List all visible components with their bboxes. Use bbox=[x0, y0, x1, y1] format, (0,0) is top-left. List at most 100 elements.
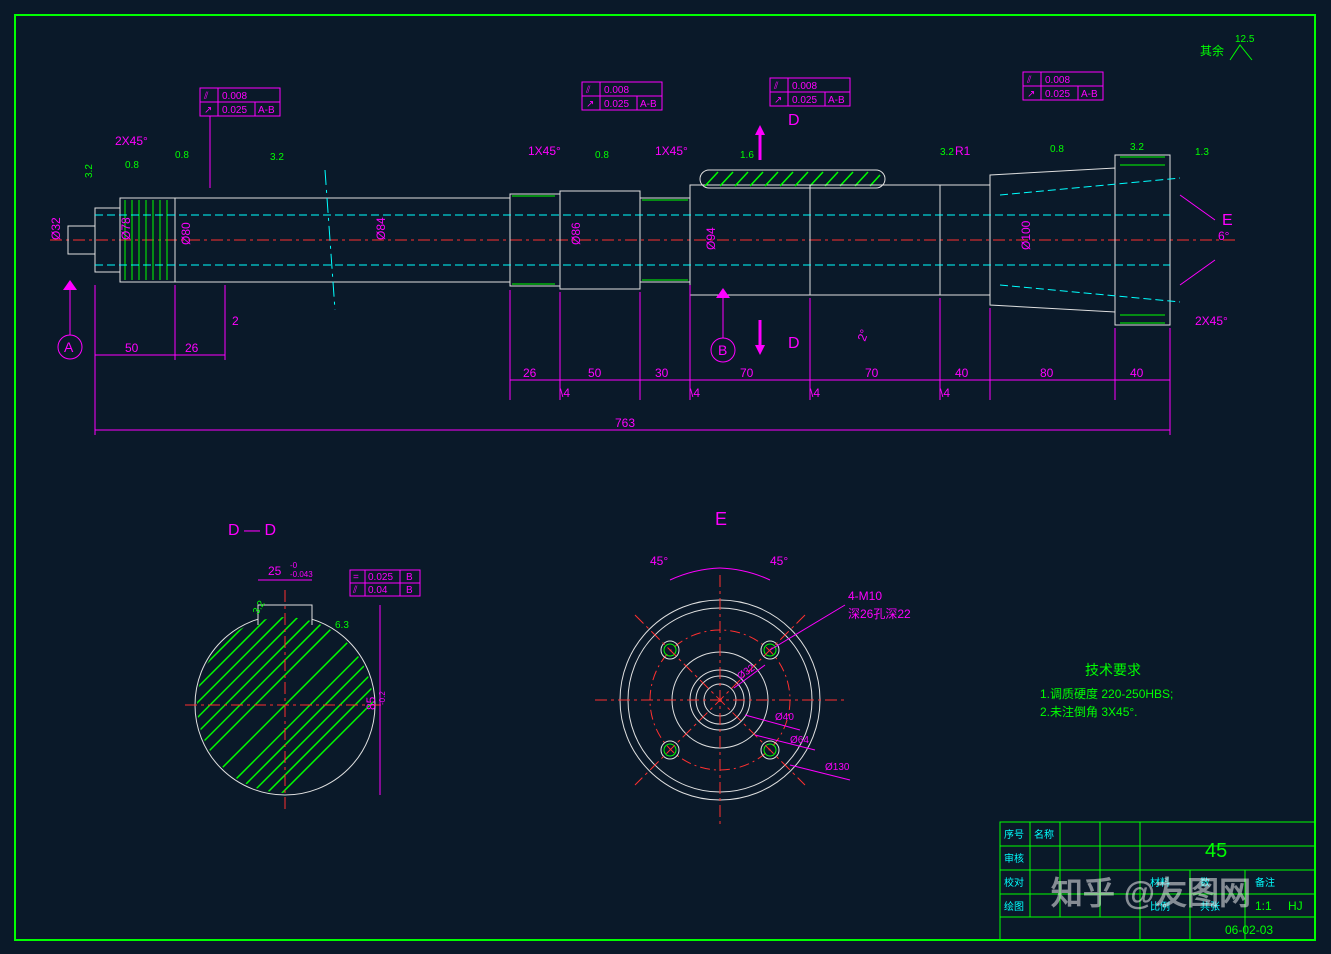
svg-text:80: 80 bbox=[1040, 366, 1054, 380]
svg-text:绘图: 绘图 bbox=[1004, 900, 1024, 913]
keyway-hatch bbox=[705, 172, 880, 186]
svg-text:名称: 名称 bbox=[1034, 828, 1054, 841]
svg-text:Ø94: Ø94 bbox=[704, 227, 718, 250]
svg-text:D — D: D — D bbox=[228, 522, 276, 539]
svg-text:763: 763 bbox=[615, 416, 635, 430]
svg-text:A-B: A-B bbox=[828, 95, 845, 106]
svg-text:⫽: ⫽ bbox=[773, 81, 779, 92]
svg-text:0.025: 0.025 bbox=[222, 105, 247, 116]
gdt-box-4: ⫽ 0.008 ↗ 0.025 A-B bbox=[1023, 72, 1103, 100]
svg-text:0.04: 0.04 bbox=[368, 585, 388, 596]
svg-text:26: 26 bbox=[185, 341, 199, 355]
gdt-box-1: ⫽ 0.008 ↗ 0.025 A-B bbox=[200, 88, 280, 188]
svg-text:12.5: 12.5 bbox=[1235, 34, 1255, 45]
svg-text:\4: \4 bbox=[940, 386, 950, 400]
svg-text:D: D bbox=[788, 112, 800, 129]
svg-text:40: 40 bbox=[955, 366, 969, 380]
svg-text:-0.043: -0.043 bbox=[290, 570, 313, 579]
svg-text:Ø64: Ø64 bbox=[790, 735, 809, 746]
svg-text:⫽: ⫽ bbox=[585, 85, 591, 96]
svg-text:3.2: 3.2 bbox=[940, 147, 954, 158]
section-dd: D — D bbox=[185, 522, 420, 810]
svg-text:25: 25 bbox=[268, 564, 282, 578]
datum-b: B bbox=[711, 288, 735, 362]
svg-text:Ø86: Ø86 bbox=[569, 222, 583, 245]
svg-text:R1: R1 bbox=[955, 144, 971, 158]
svg-text:30: 30 bbox=[655, 366, 669, 380]
svg-text:⫽: ⫽ bbox=[203, 91, 209, 102]
svg-text:0.8: 0.8 bbox=[125, 160, 139, 171]
svg-text:2.未注倒角 3X45°.: 2.未注倒角 3X45°. bbox=[1040, 704, 1138, 719]
svg-text:0.8: 0.8 bbox=[1050, 144, 1064, 155]
svg-text:校对: 校对 bbox=[1004, 876, 1024, 889]
svg-text:Ø32: Ø32 bbox=[49, 217, 63, 240]
svg-text:技术要求: 技术要求 bbox=[1085, 662, 1141, 678]
svg-text:D: D bbox=[788, 335, 800, 352]
svg-text:\4: \4 bbox=[810, 386, 820, 400]
svg-text:2X45°: 2X45° bbox=[1195, 314, 1228, 328]
svg-text:0.8: 0.8 bbox=[175, 150, 189, 161]
svg-text:B: B bbox=[718, 342, 727, 358]
svg-text:0.008: 0.008 bbox=[792, 81, 817, 92]
svg-text:1.6: 1.6 bbox=[740, 150, 754, 161]
svg-text:70: 70 bbox=[740, 366, 754, 380]
svg-text:1:1: 1:1 bbox=[1255, 899, 1272, 913]
svg-text:-0: -0 bbox=[290, 561, 298, 570]
svg-text:40: 40 bbox=[1130, 366, 1144, 380]
svg-text:B: B bbox=[406, 572, 413, 583]
svg-text:0.008: 0.008 bbox=[604, 85, 629, 96]
svg-text:3.2: 3.2 bbox=[1130, 142, 1144, 153]
svg-text:=: = bbox=[353, 572, 359, 583]
svg-text:50: 50 bbox=[125, 341, 139, 355]
gdt-box-2: ⫽ 0.008 ↗ 0.025 A-B bbox=[582, 82, 662, 110]
gdt-box-3: ⫽ 0.008 ↗ 0.025 A-B bbox=[770, 78, 850, 106]
svg-text:6.3: 6.3 bbox=[335, 620, 349, 631]
svg-text:E: E bbox=[1222, 212, 1233, 229]
svg-text:\4: \4 bbox=[560, 386, 570, 400]
svg-text:深26孔深22: 深26孔深22 bbox=[848, 607, 911, 621]
svg-text:A-B: A-B bbox=[1081, 89, 1098, 100]
svg-text:0.8: 0.8 bbox=[595, 150, 609, 161]
svg-text:Ø130: Ø130 bbox=[825, 762, 850, 773]
svg-text:3.2: 3.2 bbox=[270, 152, 284, 163]
svg-text:Ø80: Ø80 bbox=[179, 222, 193, 245]
svg-text:Ø78: Ø78 bbox=[119, 217, 133, 240]
svg-text:3.2: 3.2 bbox=[84, 164, 95, 178]
cad-drawing: 其余 12.5 bbox=[0, 0, 1331, 954]
svg-text:⫽: ⫽ bbox=[352, 585, 358, 596]
svg-text:2: 2 bbox=[232, 314, 239, 328]
bottom-dimensions bbox=[95, 285, 1170, 435]
svg-text:50: 50 bbox=[588, 366, 602, 380]
datum-a: A bbox=[58, 280, 82, 359]
svg-text:0.025: 0.025 bbox=[604, 99, 629, 110]
view-e: E 45° 45° 4-M10 bbox=[595, 509, 911, 825]
svg-text:26: 26 bbox=[523, 366, 537, 380]
svg-text:E: E bbox=[715, 509, 727, 529]
watermark: 知乎 @友图网 bbox=[1051, 868, 1251, 914]
svg-text:45°: 45° bbox=[650, 554, 668, 568]
svg-text:Ø100: Ø100 bbox=[1019, 220, 1033, 250]
svg-text:45: 45 bbox=[1205, 840, 1227, 862]
svg-text:06-02-03: 06-02-03 bbox=[1225, 923, 1273, 937]
svg-text:序号: 序号 bbox=[1004, 828, 1024, 841]
main-shaft-view: 50 26 2 26 50 30 70 70 40 80 40 \4 \4 \4… bbox=[49, 72, 1235, 435]
svg-text:B: B bbox=[406, 585, 413, 596]
svg-text:2°: 2° bbox=[855, 327, 872, 343]
svg-text:↗: ↗ bbox=[1027, 89, 1035, 100]
section-d-markers: D D bbox=[755, 112, 800, 355]
svg-text:HJ: HJ bbox=[1288, 899, 1303, 913]
svg-text:0.025: 0.025 bbox=[368, 572, 393, 583]
svg-text:1X45°: 1X45° bbox=[655, 144, 688, 158]
svg-text:A-B: A-B bbox=[640, 99, 657, 110]
svg-text:审核: 审核 bbox=[1004, 852, 1024, 865]
tech-requirements: 技术要求 1.调质硬度 220-250HBS; 2.未注倒角 3X45°. bbox=[1040, 662, 1173, 719]
svg-text:A: A bbox=[64, 339, 74, 355]
svg-text:2X45°: 2X45° bbox=[115, 134, 148, 148]
svg-text:其余: 其余 bbox=[1200, 43, 1224, 58]
svg-text:0.008: 0.008 bbox=[1045, 75, 1070, 86]
svg-text:1X45°: 1X45° bbox=[528, 144, 561, 158]
general-surface-symbol: 其余 12.5 bbox=[1200, 34, 1255, 60]
svg-text:⫽: ⫽ bbox=[1026, 75, 1032, 86]
svg-text:\4: \4 bbox=[690, 386, 700, 400]
svg-text:-0.2: -0.2 bbox=[378, 691, 387, 705]
